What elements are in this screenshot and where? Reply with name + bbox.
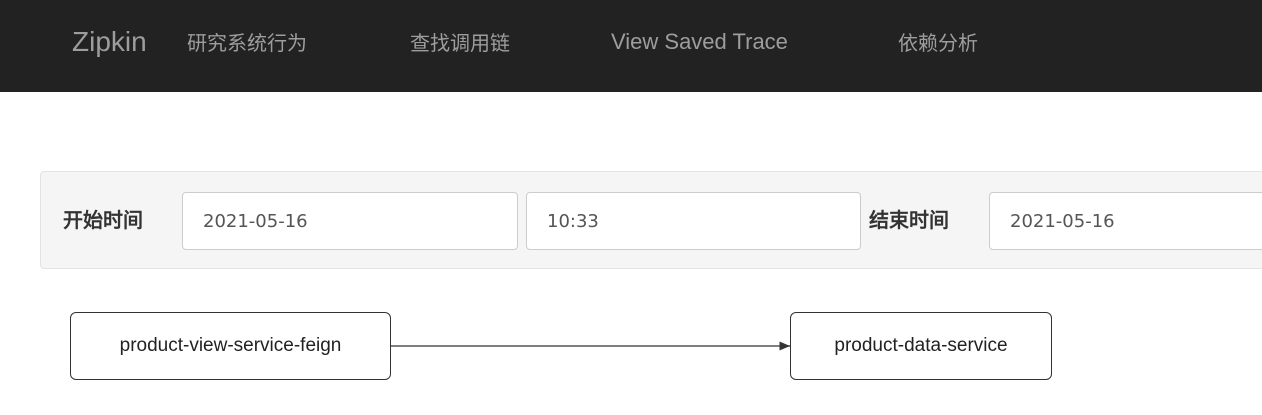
service-node-product-view-service-feign[interactable]: product-view-service-feign xyxy=(70,312,391,380)
end-time-label: 结束时间 xyxy=(869,208,949,232)
nav-link-dependencies[interactable]: 依赖分析 xyxy=(898,26,978,60)
nav-link-find-trace[interactable]: 查找调用链 xyxy=(410,26,510,60)
start-date-input[interactable] xyxy=(182,192,518,250)
top-navbar: Zipkin 研究系统行为 查找调用链 View Saved Trace 依赖分… xyxy=(0,0,1262,92)
brand-logo-link[interactable]: Zipkin xyxy=(72,22,147,62)
dependency-graph: product-view-service-feign product-data-… xyxy=(0,300,1262,415)
service-node-product-data-service[interactable]: product-data-service xyxy=(790,312,1052,380)
start-time-input[interactable] xyxy=(526,192,861,250)
brand-subtitle: 研究系统行为 xyxy=(187,31,307,55)
start-time-label: 开始时间 xyxy=(63,208,143,232)
nav-link-view-saved-trace[interactable]: View Saved Trace xyxy=(611,25,788,59)
end-date-input[interactable] xyxy=(989,192,1262,250)
search-form-panel: 开始时间 结束时间 xyxy=(40,171,1262,269)
